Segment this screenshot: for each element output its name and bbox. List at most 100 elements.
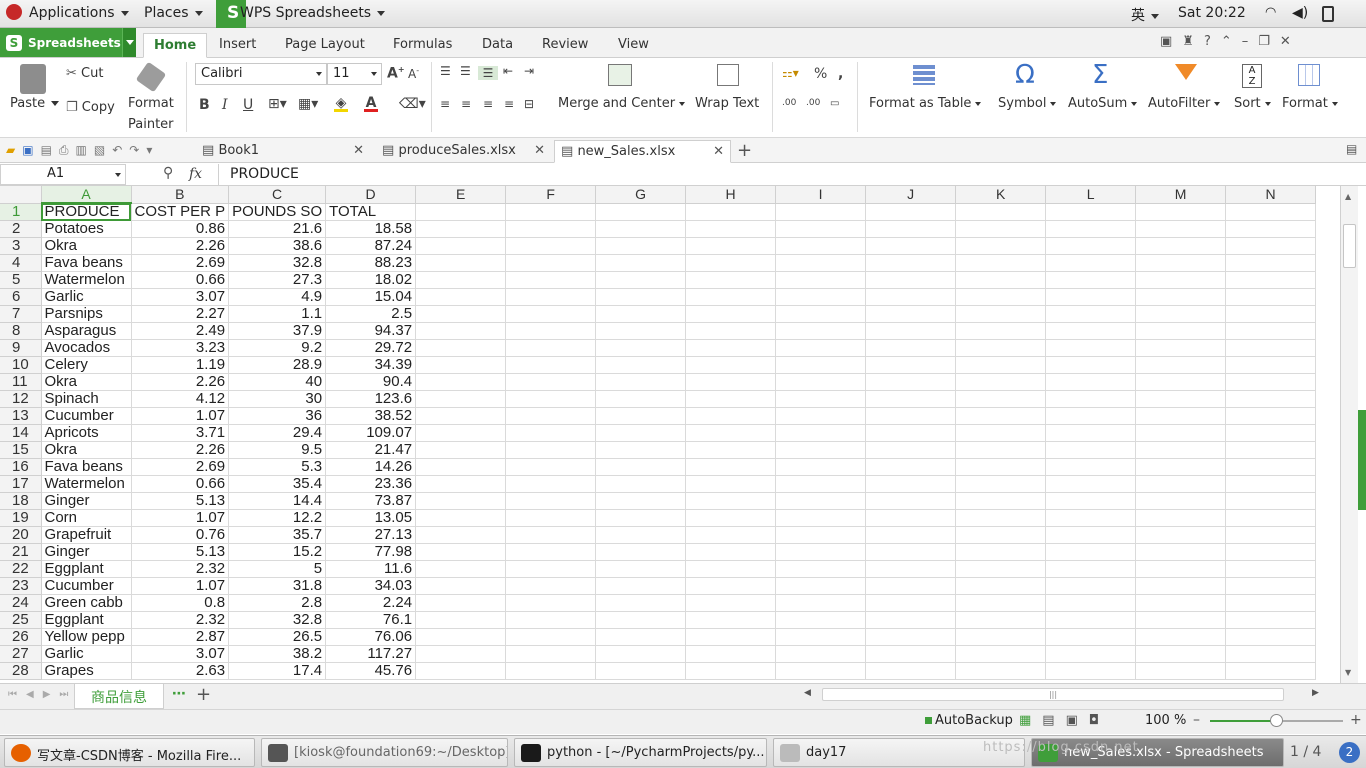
cell-d8[interactable]: 94.37 xyxy=(325,322,417,340)
cell-i17[interactable] xyxy=(775,475,867,493)
app-menu-dropdown-icon[interactable] xyxy=(122,28,136,57)
cell-l23[interactable] xyxy=(1045,577,1137,595)
cell-n21[interactable] xyxy=(1225,543,1317,561)
cell-l20[interactable] xyxy=(1045,526,1137,544)
cell-h26[interactable] xyxy=(685,628,777,646)
cell-n13[interactable] xyxy=(1225,407,1317,425)
cell-g6[interactable] xyxy=(595,288,687,306)
cell-n23[interactable] xyxy=(1225,577,1317,595)
format-as-table-icon[interactable] xyxy=(913,65,935,85)
cell-h3[interactable] xyxy=(685,237,777,255)
formula-input[interactable]: PRODUCE xyxy=(218,164,1366,185)
cell-a12[interactable]: Spinach xyxy=(41,390,132,408)
protect-view-icon[interactable]: ◘ xyxy=(1089,713,1110,728)
cell-j18[interactable] xyxy=(865,492,957,510)
cell-m8[interactable] xyxy=(1135,322,1227,340)
cell-d7[interactable]: 2.5 xyxy=(325,305,417,323)
cell-a5[interactable]: Watermelon xyxy=(41,271,132,289)
cell-e15[interactable] xyxy=(415,441,507,459)
cell-n15[interactable] xyxy=(1225,441,1317,459)
align-center-icon[interactable]: ≡ xyxy=(461,97,471,111)
cell-c13[interactable]: 36 xyxy=(228,407,327,425)
cell-k24[interactable] xyxy=(955,594,1047,612)
row-header[interactable]: 23 xyxy=(0,577,42,595)
cell-e8[interactable] xyxy=(415,322,507,340)
autofilter-button[interactable]: AutoFilter xyxy=(1148,96,1221,111)
cell-b15[interactable]: 2.26 xyxy=(131,441,230,459)
cell-l5[interactable] xyxy=(1045,271,1137,289)
cell-m17[interactable] xyxy=(1135,475,1227,493)
cell-b18[interactable]: 5.13 xyxy=(131,492,230,510)
cell-j19[interactable] xyxy=(865,509,957,527)
cell-j20[interactable] xyxy=(865,526,957,544)
align-bottom-icon[interactable]: ☰ xyxy=(478,66,498,80)
tab-view[interactable]: View xyxy=(608,33,659,58)
format-painter-label-2[interactable]: Painter xyxy=(128,117,174,132)
wrap-text-button[interactable]: Wrap Text xyxy=(695,96,759,111)
row-header[interactable]: 19 xyxy=(0,509,42,527)
cell-g21[interactable] xyxy=(595,543,687,561)
italic-icon[interactable]: I xyxy=(222,97,228,113)
cell-l7[interactable] xyxy=(1045,305,1137,323)
cell-i26[interactable] xyxy=(775,628,867,646)
cell-a21[interactable]: Ginger xyxy=(41,543,132,561)
cell-c16[interactable]: 5.3 xyxy=(228,458,327,476)
cell-n19[interactable] xyxy=(1225,509,1317,527)
wifi-icon[interactable]: ◠ xyxy=(1265,5,1276,20)
cell-l2[interactable] xyxy=(1045,220,1137,238)
cell-k21[interactable] xyxy=(955,543,1047,561)
cell-m13[interactable] xyxy=(1135,407,1227,425)
cell-i22[interactable] xyxy=(775,560,867,578)
filter-icon[interactable] xyxy=(1175,64,1197,80)
cell-c18[interactable]: 14.4 xyxy=(228,492,327,510)
cell-d10[interactable]: 34.39 xyxy=(325,356,417,374)
cell-n6[interactable] xyxy=(1225,288,1317,306)
cell-j27[interactable] xyxy=(865,645,957,663)
collapse-ribbon-icon[interactable]: ⌃ xyxy=(1221,34,1242,49)
sheet-tab-active[interactable]: 商品信息 xyxy=(74,684,164,709)
cell-k28[interactable] xyxy=(955,662,1047,680)
cell-i8[interactable] xyxy=(775,322,867,340)
cell-h17[interactable] xyxy=(685,475,777,493)
paste-button[interactable]: Paste xyxy=(10,96,60,111)
paste-icon[interactable] xyxy=(20,64,46,94)
cell-k14[interactable] xyxy=(955,424,1047,442)
cell-l27[interactable] xyxy=(1045,645,1137,663)
align-top-icon[interactable]: ☰ xyxy=(440,64,451,78)
font-color-icon[interactable]: A xyxy=(364,95,378,112)
cell-i20[interactable] xyxy=(775,526,867,544)
cell-f7[interactable] xyxy=(505,305,597,323)
doc-tab-book1[interactable]: ▤ Book1 ✕ xyxy=(196,140,376,163)
scroll-up-icon[interactable]: ▲ xyxy=(1345,192,1351,201)
cell-k20[interactable] xyxy=(955,526,1047,544)
cell-c15[interactable]: 9.5 xyxy=(228,441,327,459)
cell-i23[interactable] xyxy=(775,577,867,595)
cell-h15[interactable] xyxy=(685,441,777,459)
cell-d18[interactable]: 73.87 xyxy=(325,492,417,510)
places-menu[interactable]: Places xyxy=(144,5,203,21)
cell-e23[interactable] xyxy=(415,577,507,595)
fill-color-icon[interactable]: ◈ xyxy=(334,95,348,112)
cell-i19[interactable] xyxy=(775,509,867,527)
autobackup-button[interactable]: AutoBackup xyxy=(935,713,1013,728)
cell-f14[interactable] xyxy=(505,424,597,442)
normal-view-icon[interactable]: ▦ xyxy=(1019,713,1042,728)
cell-k27[interactable] xyxy=(955,645,1047,663)
cell-c9[interactable]: 9.2 xyxy=(228,339,327,357)
cell-a18[interactable]: Ginger xyxy=(41,492,132,510)
shirt-icon[interactable]: ♜ xyxy=(1182,34,1204,49)
cell-c6[interactable]: 4.9 xyxy=(228,288,327,306)
cell-g19[interactable] xyxy=(595,509,687,527)
copy-button[interactable]: ❐ Copy xyxy=(66,100,115,115)
number-format-icon[interactable]: ⚏▾ xyxy=(782,66,799,80)
tab-page-layout[interactable]: Page Layout xyxy=(275,33,375,58)
cell-l22[interactable] xyxy=(1045,560,1137,578)
cell-f23[interactable] xyxy=(505,577,597,595)
cell-g14[interactable] xyxy=(595,424,687,442)
cell-i1[interactable] xyxy=(775,203,867,221)
workspace-indicator[interactable]: 1 / 4 xyxy=(1290,744,1321,760)
cell-e20[interactable] xyxy=(415,526,507,544)
cell-e24[interactable] xyxy=(415,594,507,612)
cell-n5[interactable] xyxy=(1225,271,1317,289)
cell-b14[interactable]: 3.71 xyxy=(131,424,230,442)
